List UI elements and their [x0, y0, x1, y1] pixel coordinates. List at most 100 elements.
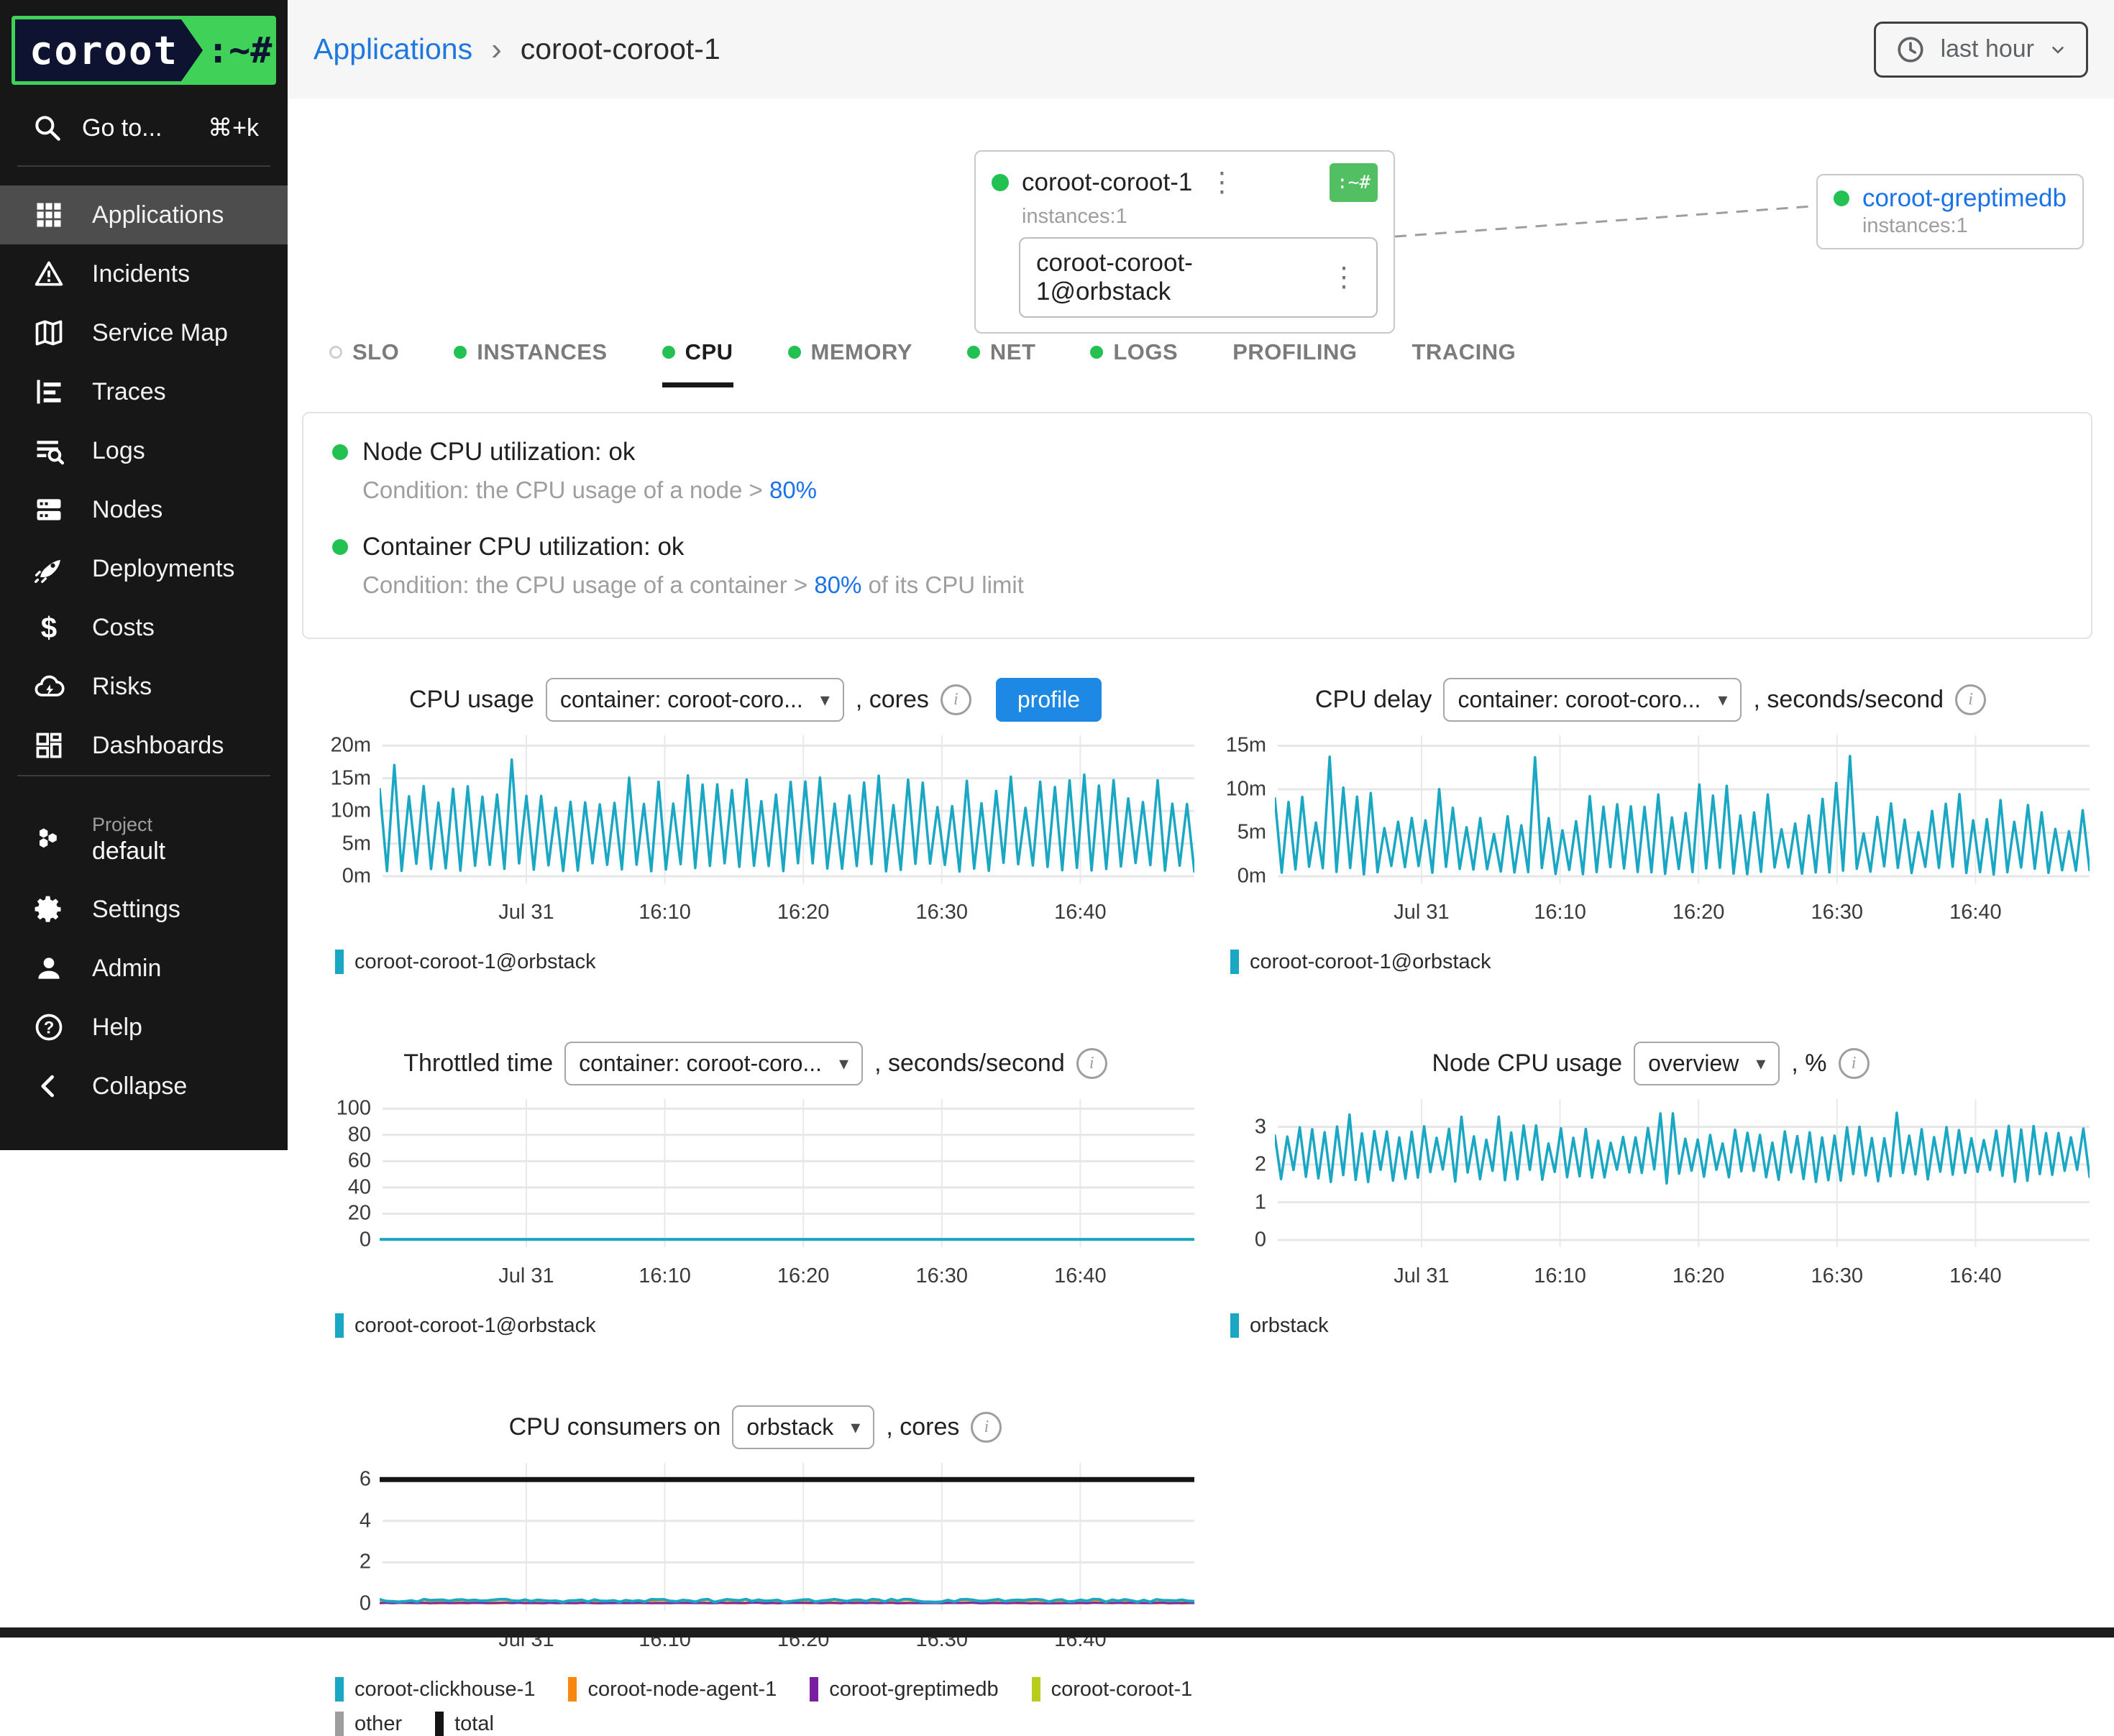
x-axis: Jul 3116:1016:2016:3016:40 [1275, 886, 2090, 931]
instances-label: instances:1 [1022, 205, 1378, 229]
tab-instances[interactable]: INSTANCES [454, 339, 607, 387]
x-tick-label: 16:20 [1673, 901, 1725, 924]
metric-selector[interactable]: overview▾ [1634, 1042, 1780, 1085]
map-icon [33, 317, 65, 349]
kebab-menu-icon[interactable]: ⋮ [1327, 264, 1360, 291]
metric-selector[interactable]: container: coroot-coro...▾ [564, 1042, 863, 1085]
tab-label: LOGS [1113, 339, 1178, 365]
breadcrumb-separator-icon: › [491, 32, 502, 68]
status-dot [1834, 190, 1849, 206]
sidebar-item-label: Dashboards [92, 732, 224, 760]
sidebar-item-settings[interactable]: Settings [0, 880, 288, 939]
tab-label: MEMORY [811, 339, 912, 365]
tab-memory[interactable]: MEMORY [788, 339, 912, 387]
metric-selector[interactable]: container: coroot-coro...▾ [1443, 678, 1742, 722]
sidebar-item-label: Traces [92, 378, 166, 406]
tab-tracing[interactable]: TRACING [1412, 339, 1516, 387]
chart-legend: coroot-clickhouse-1coroot-node-agent-1co… [335, 1677, 1194, 1736]
app-card-coroot-coroot-1: coroot-coroot-1 ⋮ :~# instances:1 coroot… [974, 150, 1395, 334]
chart-legend: coroot-coroot-1@orbstack [1230, 950, 2090, 974]
y-tick-label: 15m [331, 766, 371, 790]
coroot-logo[interactable]: coroot :~# [12, 16, 276, 85]
info-icon[interactable]: i [971, 1412, 1002, 1443]
sidebar-item-help[interactable]: ?Help [0, 998, 288, 1057]
check-container-cpu: Container CPU utilization: ok [332, 533, 2062, 561]
y-tick-label: 100 [337, 1097, 371, 1121]
sidebar-item-label: Collapse [92, 1073, 187, 1101]
legend-item: other [335, 1712, 402, 1736]
tab-cpu[interactable]: CPU [662, 339, 733, 387]
application-map: coroot-coroot-1 ⋮ :~# instances:1 coroot… [288, 98, 2114, 318]
chevron-left-icon [33, 1070, 65, 1102]
info-icon[interactable]: i [1839, 1048, 1870, 1079]
breadcrumb-applications[interactable]: Applications [314, 32, 472, 66]
tab-net[interactable]: NET [967, 339, 1036, 387]
sidebar-item-costs[interactable]: $Costs [0, 598, 288, 657]
tab-slo[interactable]: SLO [329, 339, 399, 387]
search-icon [32, 112, 63, 144]
caret-down-icon: ▾ [820, 689, 830, 711]
sidebar-item-risks[interactable]: Risks [0, 657, 288, 716]
chart-header: CPU consumers on orbstack▾ , cores i [316, 1404, 1194, 1450]
sidebar-item-incidents[interactable]: Incidents [0, 244, 288, 303]
time-range-picker[interactable]: last hour [1874, 22, 2088, 78]
status-dot [332, 444, 348, 460]
legend-item: coroot-coroot-1 [1032, 1677, 1193, 1701]
sidebar-item-collapse[interactable]: Collapse [0, 1057, 288, 1116]
x-tick-label: 16:40 [1054, 901, 1107, 924]
sidebar-item-admin[interactable]: Admin [0, 939, 288, 998]
x-axis: Jul 3116:1016:2016:3016:40 [1275, 1250, 2090, 1295]
status-dot [992, 174, 1009, 191]
y-axis: 100806040200 [316, 1099, 380, 1295]
info-icon[interactable]: i [941, 684, 971, 715]
threshold-link[interactable]: 80% [814, 571, 861, 598]
sidebar-item-deployments[interactable]: Deployments [0, 539, 288, 598]
sidebar-item-dashboards[interactable]: Dashboards [0, 716, 288, 775]
threshold-link[interactable]: 80% [769, 477, 817, 503]
tab-profiling[interactable]: PROFILING [1232, 339, 1357, 387]
sidebar-item-nodes[interactable]: Nodes [0, 480, 288, 539]
sidebar-item-service-map[interactable]: Service Map [0, 303, 288, 362]
sidebar-item-logs[interactable]: Logs [0, 421, 288, 480]
metric-selector[interactable]: container: coroot-coro...▾ [546, 678, 844, 722]
status-dot-empty [329, 346, 342, 359]
goto-search[interactable]: Go to... ⌘+k [0, 92, 288, 165]
topbar: Applications › coroot-coroot-1 last hour [288, 0, 2114, 98]
y-tick-label: 15m [1226, 734, 1266, 758]
chart-node-cpu-usage: Node CPU usage overview▾ , % i 3210 Jul … [1212, 1040, 2090, 1338]
instances-label: instances:1 [1862, 214, 2067, 238]
y-tick-label: 5m [342, 832, 371, 855]
x-tick-label: 16:10 [1534, 1264, 1586, 1288]
x-axis: Jul 3116:1016:2016:3016:40 [380, 886, 1194, 931]
sidebar: coroot :~# Go to... ⌘+k Applications Inci… [0, 0, 288, 1150]
x-tick-label: 16:10 [639, 901, 691, 924]
charts-grid: CPU usage container: coroot-coro...▾ , c… [316, 676, 2090, 1736]
sidebar-item-label: Logs [92, 437, 145, 465]
report-tabs: SLO INSTANCES CPU MEMORY NET LOGS PROFILING TRA… [329, 339, 2114, 387]
sidebar-item-project[interactable]: Projectdefault [0, 801, 288, 880]
kebab-menu-icon[interactable]: ⋮ [1205, 169, 1238, 196]
y-tick-label: 6 [360, 1468, 371, 1492]
sidebar-item-traces[interactable]: Traces [0, 362, 288, 421]
chart-legend: orbstack [1230, 1313, 2090, 1338]
check-container-cpu-condition: Condition: the CPU usage of a container … [362, 571, 2062, 599]
sidebar-item-applications[interactable]: Applications [0, 185, 288, 244]
profile-button[interactable]: profile [996, 678, 1102, 722]
grid-icon [33, 199, 65, 231]
info-icon[interactable]: i [1955, 684, 1986, 715]
legend-item: coroot-node-agent-1 [568, 1677, 777, 1701]
chart-cpu-usage: CPU usage container: coroot-coro...▾ , c… [316, 676, 1194, 974]
sidebar-item-label: Applications [92, 201, 224, 229]
x-tick-label: 16:40 [1949, 1264, 2002, 1288]
node-selector[interactable]: orbstack▾ [732, 1405, 874, 1449]
instance-name: coroot-coroot-1@orbstack [1036, 249, 1312, 306]
y-tick-label: 20m [331, 734, 371, 758]
tab-logs[interactable]: LOGS [1090, 339, 1178, 387]
info-icon[interactable]: i [1076, 1048, 1107, 1079]
help-icon: ? [33, 1011, 65, 1043]
linked-app-link[interactable]: coroot-greptimedb [1862, 184, 2067, 213]
window-bottom-edge [0, 1627, 2114, 1638]
y-tick-label: 10m [1226, 777, 1266, 801]
x-tick-label: Jul 31 [1394, 1264, 1449, 1288]
instance-box[interactable]: coroot-coroot-1@orbstack ⋮ [1019, 237, 1378, 318]
